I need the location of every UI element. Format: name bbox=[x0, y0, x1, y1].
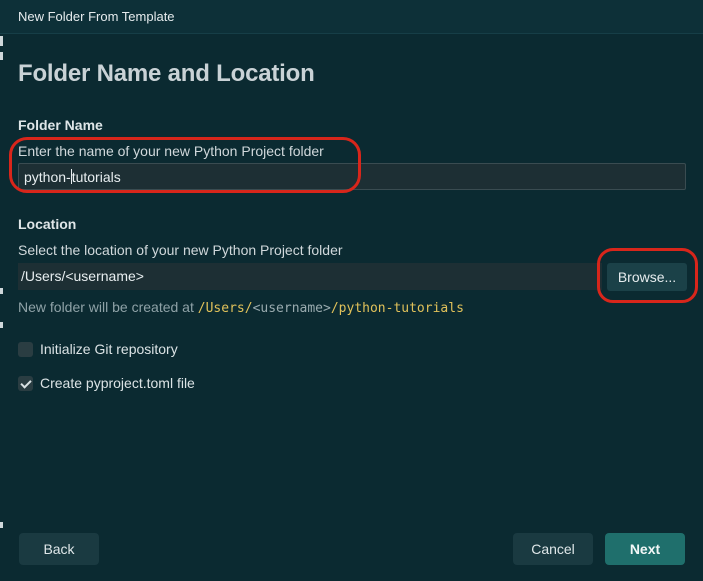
page-title: Folder Name and Location bbox=[18, 60, 315, 87]
folder-name-label: Folder Name bbox=[18, 117, 103, 133]
window-title: New Folder From Template bbox=[18, 9, 175, 24]
created-path-username: <username> bbox=[252, 301, 331, 316]
folder-name-description: Enter the name of your new Python Projec… bbox=[18, 143, 324, 159]
background-window-edge bbox=[0, 30, 3, 550]
back-button[interactable]: Back bbox=[19, 533, 99, 565]
location-description: Select the location of your new Python P… bbox=[18, 242, 343, 258]
next-button[interactable]: Next bbox=[605, 533, 685, 565]
created-path-end: /python-tutorials bbox=[330, 301, 464, 316]
folder-name-input[interactable]: python-tutorials bbox=[18, 163, 686, 190]
create-pyproject-label: Create pyproject.toml file bbox=[40, 375, 195, 391]
created-path-start: /Users/ bbox=[197, 301, 253, 316]
created-path-note: New folder will be created at /Users/<us… bbox=[18, 299, 464, 316]
folder-name-value-end: tutorials bbox=[71, 169, 121, 185]
create-pyproject-checkbox[interactable] bbox=[18, 376, 33, 391]
window-titlebar: New Folder From Template bbox=[0, 0, 703, 34]
location-path-field[interactable]: /Users/<username> bbox=[18, 263, 602, 290]
init-git-label: Initialize Git repository bbox=[40, 341, 178, 357]
browse-button[interactable]: Browse... bbox=[607, 263, 687, 291]
location-label: Location bbox=[18, 216, 77, 232]
created-path-value: /Users/<username>/python-tutorials bbox=[198, 301, 464, 316]
location-path-value: /Users/<username> bbox=[21, 268, 144, 284]
folder-name-value-start: python- bbox=[24, 169, 71, 185]
cancel-button[interactable]: Cancel bbox=[513, 533, 593, 565]
new-folder-dialog: New Folder From Template Folder Name and… bbox=[0, 0, 703, 581]
created-path-prefix: New folder will be created at bbox=[18, 299, 198, 315]
init-git-checkbox[interactable] bbox=[18, 342, 33, 357]
